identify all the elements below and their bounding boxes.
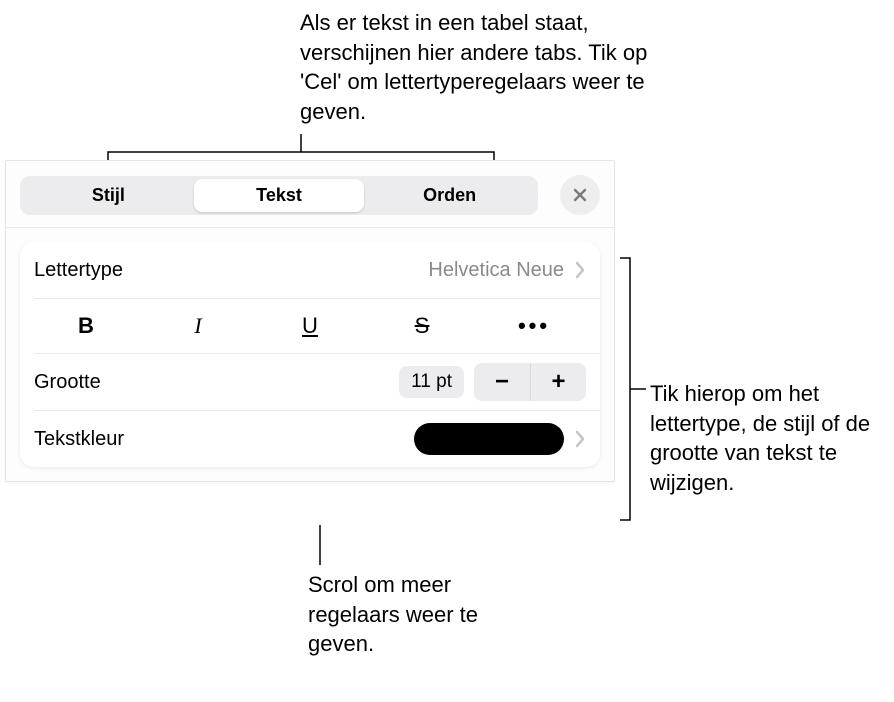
format-panel: Stijl Tekst Orden Lettertype Helvetica N… [5,160,615,482]
callout-tabs-note: Als er tekst in een tabel staat, verschi… [300,8,670,127]
callout-scroll-more: Scrol om meer regelaars weer te geven. [308,570,528,659]
chevron-right-icon [574,261,586,279]
format-toggles-row: B I U S ••• [20,299,600,353]
tab-stijl[interactable]: Stijl [23,179,194,212]
text-color-label: Tekstkleur [34,428,124,451]
size-decrease-button[interactable]: − [474,363,530,401]
size-increase-button[interactable]: + [530,363,586,401]
close-button[interactable] [560,175,600,215]
chevron-right-icon [574,430,586,448]
size-label: Grootte [34,371,101,394]
text-color-swatch[interactable] [414,423,564,455]
callout-font-controls: Tik hierop om het lettertype, de stijl o… [650,379,890,498]
font-value: Helvetica Neue [428,259,564,282]
text-color-row[interactable]: Tekstkleur [20,411,600,467]
font-row[interactable]: Lettertype Helvetica Neue [20,242,600,298]
segmented-control: Stijl Tekst Orden [20,176,538,215]
text-settings-card: Lettertype Helvetica Neue B I U S ••• Gr… [20,242,600,467]
italic-button[interactable]: I [142,307,254,345]
font-size-row: Grootte 11 pt − + [20,354,600,410]
tab-orden[interactable]: Orden [364,179,535,212]
underline-button[interactable]: U [254,307,366,345]
font-label: Lettertype [34,259,123,282]
bold-button[interactable]: B [30,307,142,345]
close-icon [572,187,588,203]
strike-button[interactable]: S [366,307,478,345]
tab-tekst[interactable]: Tekst [194,179,365,212]
tab-bar: Stijl Tekst Orden [6,161,614,228]
size-value-chip[interactable]: 11 pt [399,366,464,398]
more-format-button[interactable]: ••• [478,307,590,345]
size-stepper: − + [474,363,586,401]
